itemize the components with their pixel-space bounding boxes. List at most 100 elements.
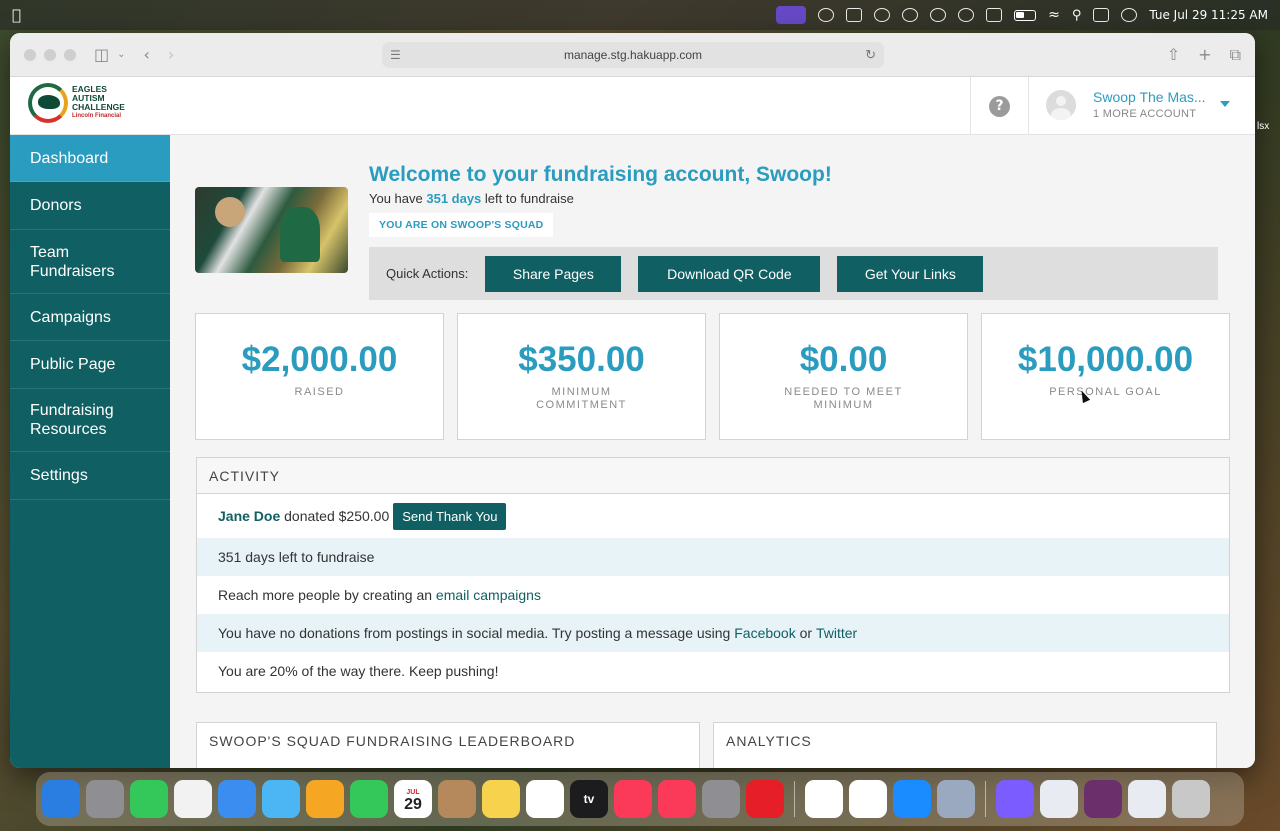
siri-icon[interactable]: [1121, 8, 1138, 22]
display-icon[interactable]: [986, 8, 1003, 22]
dock-separator: [985, 781, 986, 817]
email-campaigns-link[interactable]: email campaigns: [436, 587, 541, 603]
grammarly-icon[interactable]: [930, 8, 947, 22]
page-menu-icon[interactable]: ☰: [390, 48, 401, 62]
facebook-link[interactable]: Facebook: [734, 625, 795, 641]
apple-tv-icon[interactable]: tv: [570, 780, 608, 818]
reminders-icon[interactable]: [174, 780, 212, 818]
apple-menu-icon[interactable]: : [12, 6, 21, 24]
system-settings-icon[interactable]: [702, 780, 740, 818]
browser-window: ◫ ⌄ ‹ › ☰ manage.stg.hakuapp.com ↻ ⇧ + ⧉…: [10, 33, 1255, 768]
close-window-button[interactable]: [24, 48, 36, 61]
share-icon[interactable]: ⇧: [1167, 45, 1180, 65]
donation-text: donated $250.00: [280, 508, 390, 524]
leaderboard-title: SWOOP'S SQUAD FUNDRAISING LEADERBOARD: [197, 723, 699, 759]
caret-down-icon[interactable]: [1220, 101, 1230, 107]
forward-icon[interactable]: ›: [168, 45, 174, 64]
window-thumbnail-icon[interactable]: [1040, 780, 1078, 818]
days-prefix: You have: [369, 191, 427, 206]
screen-share-icon[interactable]: [776, 6, 807, 24]
stat-label: MINIMUM COMMITMENT: [536, 386, 627, 411]
safari-icon[interactable]: [893, 780, 931, 818]
photos-icon[interactable]: [306, 780, 344, 818]
finder-icon[interactable]: [42, 780, 80, 818]
stat-label: PERSONAL GOAL: [1049, 386, 1162, 398]
news-icon[interactable]: [658, 780, 696, 818]
search-icon[interactable]: ⚲: [1072, 8, 1082, 23]
sidebar-item-dashboard[interactable]: Dashboard: [10, 135, 170, 182]
reload-icon[interactable]: ↻: [865, 47, 876, 63]
social-tip-text: You have no donations from postings in s…: [218, 625, 735, 641]
zoom-window-button[interactable]: [64, 48, 76, 61]
chain-icon[interactable]: [958, 8, 975, 22]
stat-card-minimum: $350.00 MINIMUM COMMITMENT: [457, 313, 706, 440]
stat-card-raised: $2,000.00 RAISED: [195, 313, 444, 440]
cloud-icon[interactable]: [874, 8, 891, 22]
sidebar-item-label: Campaigns: [30, 308, 111, 326]
help-button[interactable]: ?: [970, 77, 1029, 135]
contacts-icon[interactable]: [438, 780, 476, 818]
twitter-link[interactable]: Twitter: [816, 625, 857, 641]
battery-icon[interactable]: [1014, 9, 1037, 21]
sidebar-item-fundraising-resources[interactable]: Fundraising Resources: [10, 389, 170, 452]
wifi-icon[interactable]: ≈: [1048, 7, 1060, 23]
account-menu[interactable]: Swoop The Mas... 1 MORE ACCOUNT: [1046, 89, 1206, 120]
stat-label: NEEDED TO MEET MINIMUM: [784, 386, 903, 411]
leaderboard-panel: SWOOP'S SQUAD FUNDRAISING LEADERBOARD: [196, 722, 700, 768]
window-thumbnail-icon[interactable]: [1128, 780, 1166, 818]
minimize-window-button[interactable]: [44, 48, 56, 61]
sidebar-toggle-icon[interactable]: ◫: [94, 45, 109, 64]
preview-icon[interactable]: [937, 780, 975, 818]
control-center-icon[interactable]: [1093, 8, 1110, 22]
stat-value: $350.00: [518, 340, 645, 379]
logo-line3: CHALLENGE: [72, 102, 125, 112]
new-tab-icon[interactable]: +: [1198, 45, 1211, 65]
freeform-icon[interactable]: [526, 780, 564, 818]
menubar-clock[interactable]: Tue Jul 29 11:25 AM: [1149, 8, 1268, 22]
tab-overview-icon[interactable]: ⧉: [1230, 45, 1241, 65]
download-qr-code-button[interactable]: Download QR Code: [638, 255, 821, 292]
donor-link[interactable]: Jane Doe: [218, 508, 280, 524]
activity-row-donation: Jane Doe donated $250.00 Send Thank You: [197, 494, 1229, 538]
app-status-icon[interactable]: [846, 8, 863, 22]
sidebar-item-campaigns[interactable]: Campaigns: [10, 294, 170, 341]
facetime-icon[interactable]: [350, 780, 388, 818]
activity-panel: ACTIVITY Jane Doe donated $250.00 Send T…: [196, 457, 1230, 693]
notes-icon[interactable]: [482, 780, 520, 818]
sidebar-item-label: Team Fundraisers: [30, 243, 115, 280]
app-icon[interactable]: [996, 780, 1034, 818]
sidebar-item-settings[interactable]: Settings: [10, 452, 170, 500]
maps-icon[interactable]: [262, 780, 300, 818]
music-icon[interactable]: [614, 780, 652, 818]
squad-badge[interactable]: YOU ARE ON SWOOP'S SQUAD: [369, 213, 554, 237]
progress-text: You are 20% of the way there. Keep pushi…: [218, 663, 499, 679]
activity-row-days: 351 days left to fundraise: [197, 538, 1229, 576]
dock: JUL 29 tv: [36, 772, 1244, 826]
address-bar[interactable]: ☰ manage.stg.hakuapp.com ↻: [382, 42, 884, 68]
launchpad-icon[interactable]: [86, 780, 124, 818]
window-thumbnail-icon[interactable]: [1084, 780, 1122, 818]
url-text: manage.stg.hakuapp.com: [563, 48, 703, 62]
sidebar-item-public-page[interactable]: Public Page: [10, 341, 170, 389]
get-your-links-button[interactable]: Get Your Links: [837, 255, 984, 292]
extension-icon[interactable]: [818, 8, 835, 22]
sidebar-item-team-fundraisers[interactable]: Team Fundraisers: [10, 230, 170, 294]
send-thank-you-button[interactable]: Send Thank You: [393, 502, 507, 530]
profile-photo: [195, 187, 348, 273]
stat-value: $0.00: [799, 340, 888, 379]
trash-icon[interactable]: [1172, 780, 1210, 818]
calendar-icon[interactable]: JUL 29: [394, 780, 432, 818]
sidebar-item-label: Settings: [30, 467, 88, 484]
back-icon[interactable]: ‹: [144, 45, 150, 64]
messages-icon[interactable]: [130, 780, 168, 818]
app-icon[interactable]: [746, 780, 784, 818]
slack-icon[interactable]: [849, 780, 887, 818]
sidebar-item-donors[interactable]: Donors: [10, 182, 170, 230]
chevron-down-icon[interactable]: ⌄: [117, 49, 125, 60]
mail-icon[interactable]: [218, 780, 256, 818]
chrome-icon[interactable]: [805, 780, 843, 818]
sidebar-item-label: Dashboard: [30, 149, 109, 167]
eagles-autism-challenge-logo[interactable]: EAGLES AUTISM CHALLENGE Lincoln Financia…: [28, 83, 125, 123]
share-pages-button[interactable]: Share Pages: [485, 255, 622, 292]
link-icon[interactable]: [902, 8, 919, 22]
